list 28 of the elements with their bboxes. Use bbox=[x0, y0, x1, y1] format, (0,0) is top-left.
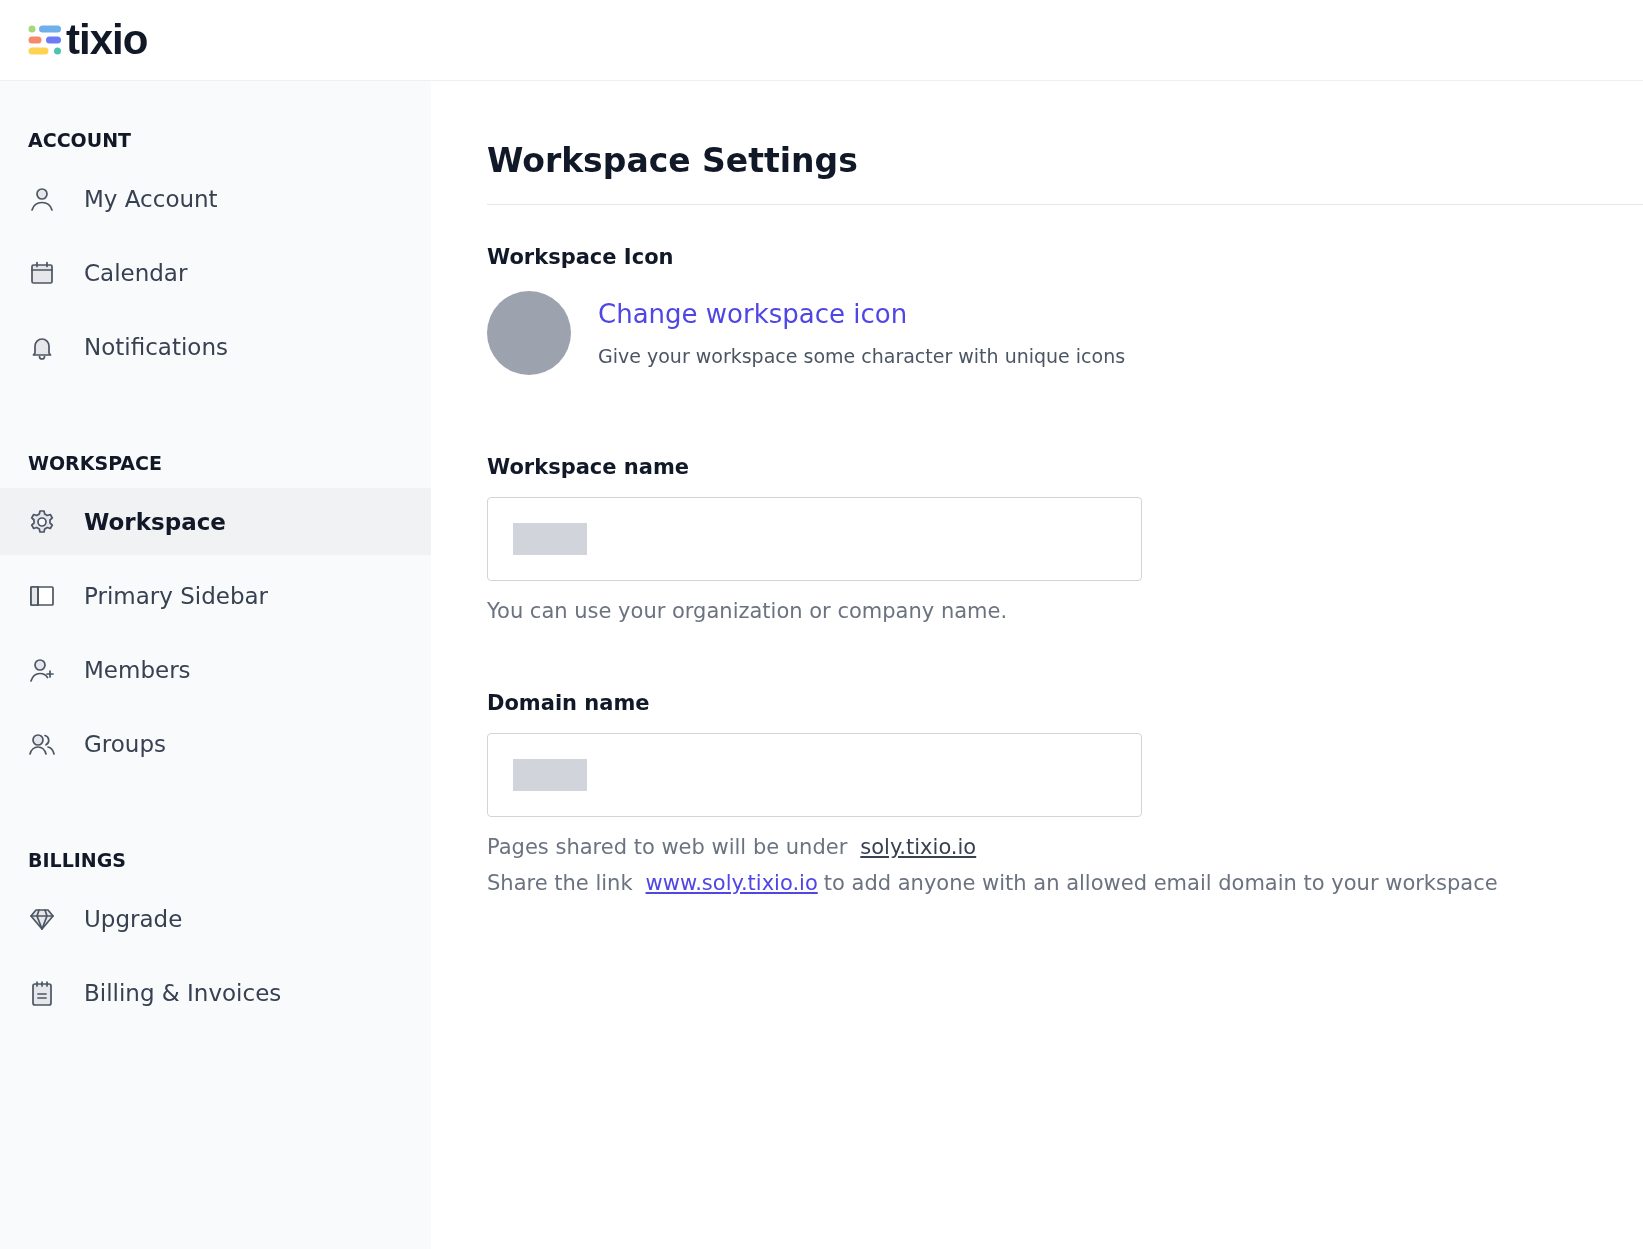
sidebar-item[interactable]: Notifications bbox=[0, 313, 431, 380]
domain-link[interactable]: soly.tixio.io bbox=[860, 835, 977, 859]
logo-text: tixio bbox=[66, 16, 148, 64]
sidebar-item[interactable]: Billing & Invoices bbox=[0, 959, 431, 1026]
hint-text: Share the link www.soly.tixio.io to add anyone with an allowed email domain to your workspace bbox=[487, 871, 1499, 895]
section-label: Workspace Icon bbox=[487, 245, 675, 269]
icon-description: Give your workspace some character with unique icons bbox=[598, 345, 1126, 367]
sidebar-item[interactable]: My Account bbox=[0, 165, 431, 232]
sidebar-item[interactable]: Upgrade bbox=[0, 885, 431, 952]
change-icon-link[interactable]: Change workspace icon bbox=[598, 299, 908, 329]
section-heading: ACCOUNT bbox=[27, 129, 133, 151]
sidebar-item[interactable]: Workspace bbox=[0, 488, 431, 555]
text-field[interactable] bbox=[487, 497, 1142, 581]
field-label: Domain name bbox=[487, 691, 651, 715]
sidebar-item[interactable]: Groups bbox=[0, 710, 431, 777]
section-heading: WORKSPACE bbox=[27, 452, 163, 474]
sidebar-item[interactable]: Members bbox=[0, 636, 431, 703]
page-title: Workspace Settings bbox=[487, 141, 859, 180]
logo-icon bbox=[28, 24, 62, 56]
section-heading: BILLINGS bbox=[27, 849, 127, 871]
domain-link[interactable]: www.soly.tixio.io bbox=[645, 871, 818, 895]
settings-icon bbox=[28, 507, 56, 536]
sidebar-item[interactable]: Primary Sidebar bbox=[0, 562, 431, 629]
field-label: Workspace name bbox=[487, 455, 691, 479]
hint-text: Pages shared to web will be under soly.tixio.io bbox=[487, 835, 978, 859]
text-field[interactable] bbox=[487, 733, 1142, 817]
sidebar-item[interactable]: Calendar bbox=[0, 239, 431, 306]
hint-text: You can use your organization or company name. bbox=[487, 599, 1009, 623]
